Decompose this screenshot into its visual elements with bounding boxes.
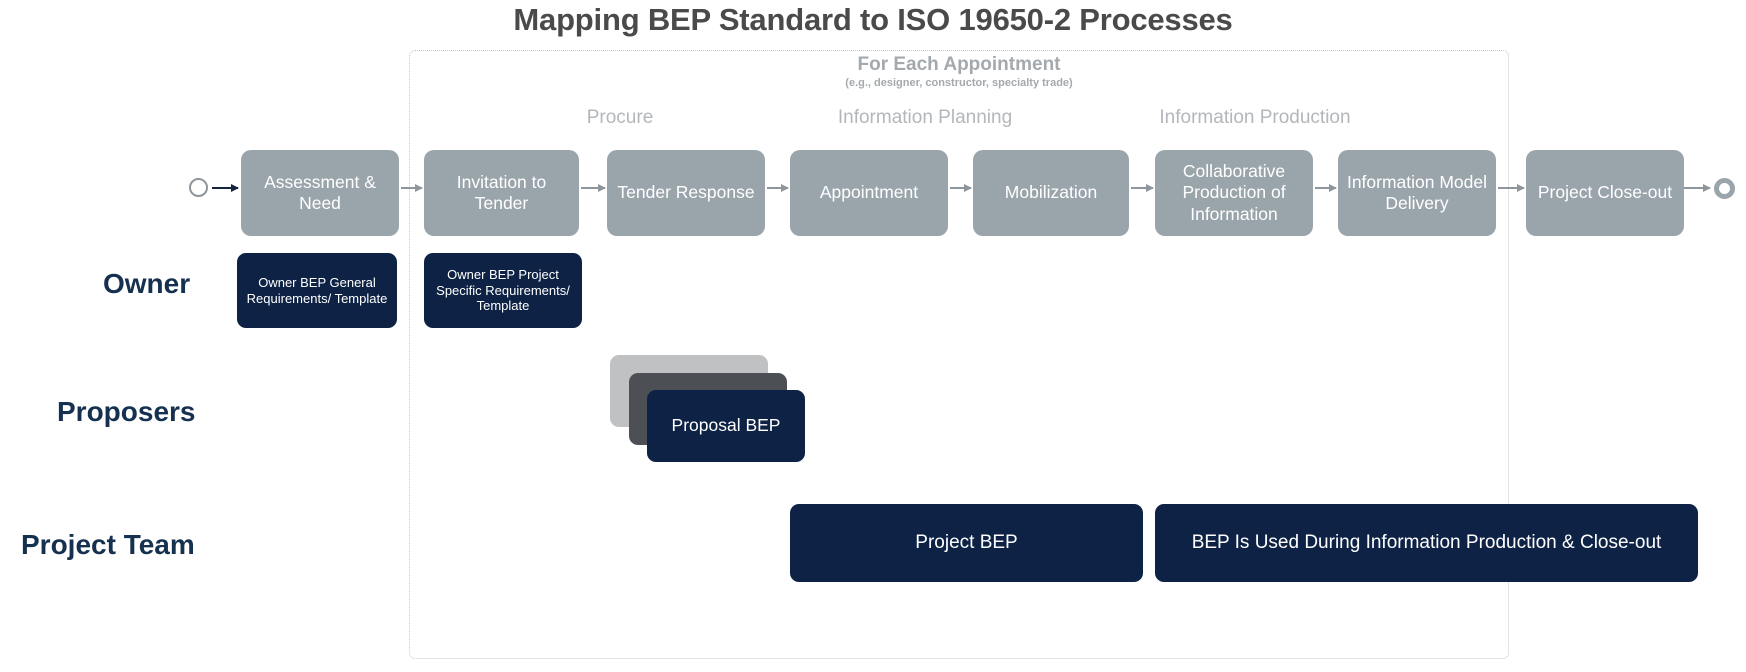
project-bep[interactable]: Project BEP <box>790 504 1143 582</box>
owner-bep-project-specific-requirements[interactable]: Owner BEP Project Specific Requirements/… <box>424 253 582 328</box>
process-start-circle-icon <box>189 178 208 197</box>
connector-arrow-icon-4 <box>950 183 972 192</box>
connector-arrow-icon-8 <box>1684 183 1711 192</box>
connector-arrow-icon-0 <box>212 183 239 192</box>
swimlane-label-2: Project Team <box>21 529 195 560</box>
process-step-7[interactable]: Project Close-out <box>1526 150 1684 236</box>
process-end-circle-icon <box>1714 178 1735 199</box>
proposal-bep-box[interactable]: Proposal BEP <box>647 390 805 462</box>
diagram-canvas: Mapping BEP Standard to ISO 19650-2 Proc… <box>0 0 1746 672</box>
phase-label-1: Information Planning <box>837 107 1013 128</box>
phase-label-2: Information Production <box>1159 107 1351 128</box>
swimlane-label-0: Owner <box>103 268 191 299</box>
connector-arrow-icon-2 <box>581 183 606 192</box>
process-step-6[interactable]: Information Model Delivery <box>1338 150 1496 236</box>
process-step-1[interactable]: Invitation to Tender <box>424 150 579 236</box>
bep-used-during-production[interactable]: BEP Is Used During Information Productio… <box>1155 504 1698 582</box>
process-step-5[interactable]: Collaborative Production of Information <box>1155 150 1313 236</box>
owner-bep-general-requirements[interactable]: Owner BEP General Requirements/ Template <box>237 253 397 328</box>
swimlane-label-1: Proposers <box>57 396 196 427</box>
appointment-container-title: For Each Appointment <box>857 54 1061 75</box>
connector-arrow-icon-6 <box>1315 183 1337 192</box>
appointment-container-subtitle: (e.g., designer, constructor, specialty … <box>845 77 1073 89</box>
page-title: Mapping BEP Standard to ISO 19650-2 Proc… <box>513 2 1233 37</box>
connector-arrow-icon-3 <box>767 183 789 192</box>
process-step-4[interactable]: Mobilization <box>973 150 1129 236</box>
process-step-0[interactable]: Assessment & Need <box>241 150 399 236</box>
process-step-3[interactable]: Appointment <box>790 150 948 236</box>
connector-arrow-icon-7 <box>1498 183 1525 192</box>
connector-arrow-icon-1 <box>401 183 423 192</box>
connector-arrow-icon-5 <box>1131 183 1154 192</box>
process-step-2[interactable]: Tender Response <box>607 150 765 236</box>
phase-label-0: Procure <box>586 107 654 128</box>
